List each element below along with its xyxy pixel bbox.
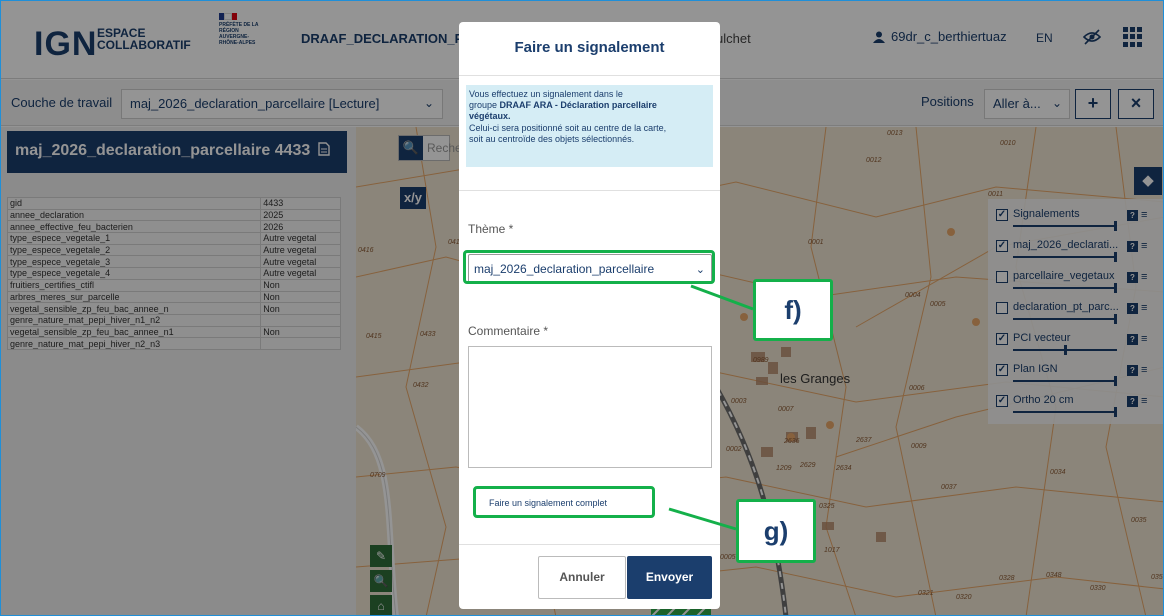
annotation-connectors xyxy=(668,284,754,531)
screenshot-root: IGN ESPACE COLLABORATIF PRÉFÈTE DE LA RÉ… xyxy=(0,0,1164,616)
annotation-f: f) xyxy=(753,279,833,341)
annotation-g: g) xyxy=(736,499,816,563)
